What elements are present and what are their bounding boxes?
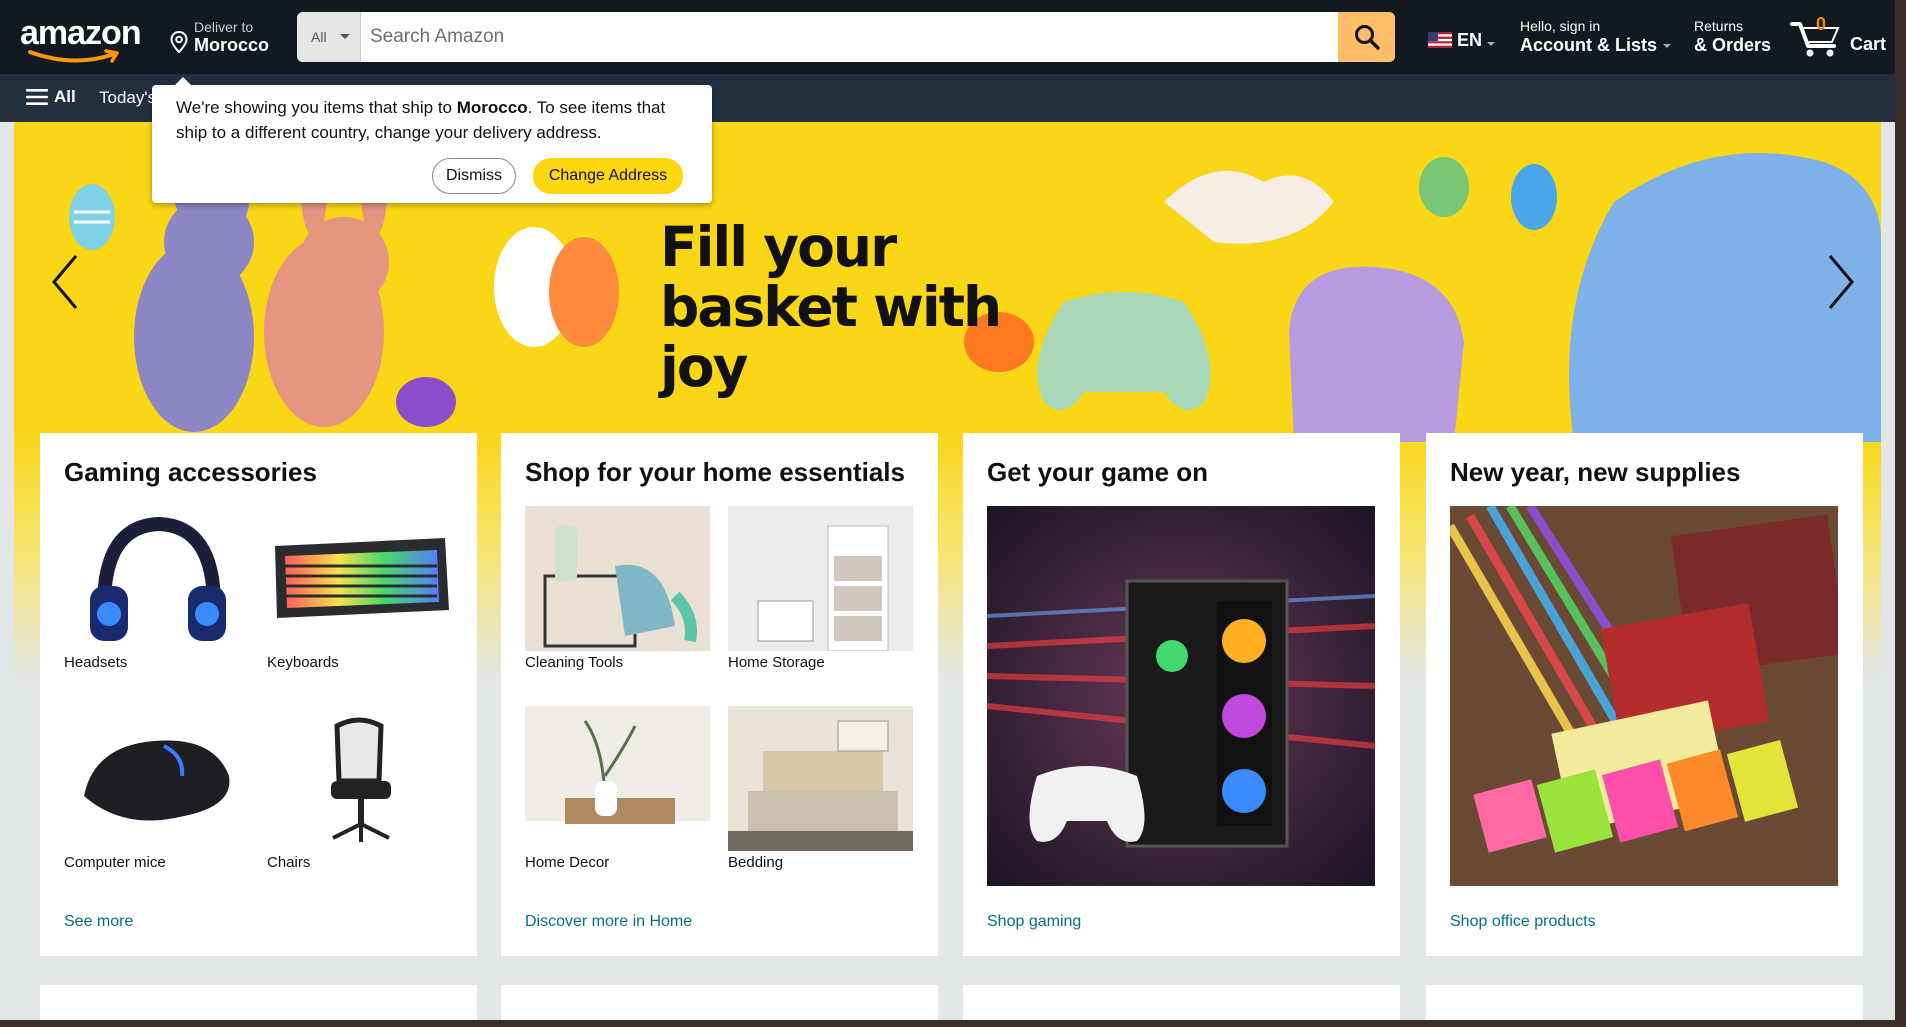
headset-image [64,506,249,651]
popover-message-prefix: We're showing you items that ship to [176,98,457,117]
chevron-left-icon[interactable] [50,252,80,312]
chevron-right-icon[interactable] [1826,252,1856,312]
shop-gaming-link[interactable]: Shop gaming [987,913,1081,931]
card-item-chairs[interactable]: Chairs [267,706,452,871]
shop-office-products-link[interactable]: Shop office products [1450,913,1596,931]
card-item-home-storage[interactable]: Home Storage [728,506,913,671]
caret-down-icon [1487,42,1495,46]
card-new-year-supplies: New year, new supplies Shop office produ… [1426,433,1863,956]
returns-orders[interactable]: Returns & Orders [1694,18,1771,56]
deliver-to-label: Deliver to [194,19,254,35]
card-row2-4 [1426,985,1863,1020]
search-category-select[interactable]: All [297,12,361,62]
card-row2-3 [963,985,1400,1020]
card-item-label: Headsets [64,654,128,671]
search-input[interactable] [361,12,1335,62]
account-label: Account & Lists [1520,35,1658,55]
orders-label: & Orders [1694,35,1772,55]
card-title: Shop for your home essentials [525,457,905,487]
deliver-to-location: Morocco [194,35,270,55]
card-item-home-decor[interactable]: Home Decor [525,706,710,871]
page: amazon Deliver to Morocco All EN Hello, … [0,0,1895,1020]
us-flag-icon [1428,32,1452,48]
language-code: EN [1457,30,1483,50]
hero-title: Fill your basket with joy [660,215,1002,399]
card-item-bedding[interactable]: Bedding [728,706,913,871]
chair-image [267,706,452,851]
card-home-essentials: Shop for your home essentials Cleaning T… [501,433,938,956]
cart-label: Cart [1850,34,1887,54]
search-button[interactable] [1338,12,1395,62]
card-item-keyboards[interactable]: Keyboards [267,506,452,671]
card-get-your-game-on: Get your game on Shop gaming [963,433,1400,956]
logo-text: amazon [20,14,142,52]
caret-down-icon [340,34,350,39]
hamburger-icon [26,89,48,105]
caret-down-icon [1663,44,1672,49]
amazon-logo[interactable]: amazon [20,14,150,63]
search-bar: All [297,12,1395,62]
all-menu-label: All [54,87,76,106]
mouse-image [64,706,249,851]
home-storage-image [728,506,913,651]
card-item-label: Keyboards [267,654,339,671]
card-title: Get your game on [987,457,1209,487]
gaming-pc-image[interactable] [987,506,1375,886]
cart-count: 0 [1816,14,1827,34]
logo-smile-icon [28,49,119,63]
card-item-label: Computer mice [64,854,166,871]
change-address-button[interactable]: Change Address [533,158,683,194]
office-supplies-image[interactable] [1450,506,1838,886]
card-item-computer-mice[interactable]: Computer mice [64,706,249,871]
search-category-value: All [311,29,327,45]
all-menu-button[interactable]: All [26,87,76,107]
delivery-popover: We're showing you items that ship to Mor… [152,77,712,203]
card-item-label: Cleaning Tools [525,654,624,671]
card-item-label: Home Decor [525,854,610,871]
see-more-link[interactable]: See more [64,913,133,931]
search-icon [1354,25,1380,50]
card-title: Gaming accessories [64,457,317,487]
todays-deals-link[interactable]: Today's [99,88,156,108]
popover-arrow [174,77,192,86]
cart-button[interactable]: 0 Cart [1790,12,1886,60]
card-item-label: Chairs [267,854,311,871]
card-item-cleaning-tools[interactable]: Cleaning Tools [525,506,710,671]
card-item-label: Bedding [728,854,784,871]
account-lists[interactable]: Hello, sign in Account & Lists [1520,18,1672,56]
card-item-label: Home Storage [728,654,825,671]
location-pin-icon [170,31,188,53]
home-decor-image [525,706,710,851]
keyboard-image [267,506,452,651]
card-item-headsets[interactable]: Headsets [64,506,249,671]
card-row2-1 [40,985,477,1020]
card-gaming-accessories: Gaming accessories Headsets Keyboards Co… [40,433,477,956]
top-nav: amazon Deliver to Morocco All EN Hello, … [0,0,1895,74]
card-title: New year, new supplies [1450,457,1741,487]
account-greeting: Hello, sign in [1520,18,1601,34]
cleaning-tools-image [525,506,710,651]
popover-message-country: Morocco [456,98,528,117]
popover-message: We're showing you items that ship to Mor… [176,95,696,145]
returns-label: Returns [1694,18,1744,34]
discover-home-link[interactable]: Discover more in Home [525,913,692,931]
bedding-image [728,706,913,851]
card-row2-2 [501,985,938,1020]
dismiss-button[interactable]: Dismiss [432,158,516,194]
